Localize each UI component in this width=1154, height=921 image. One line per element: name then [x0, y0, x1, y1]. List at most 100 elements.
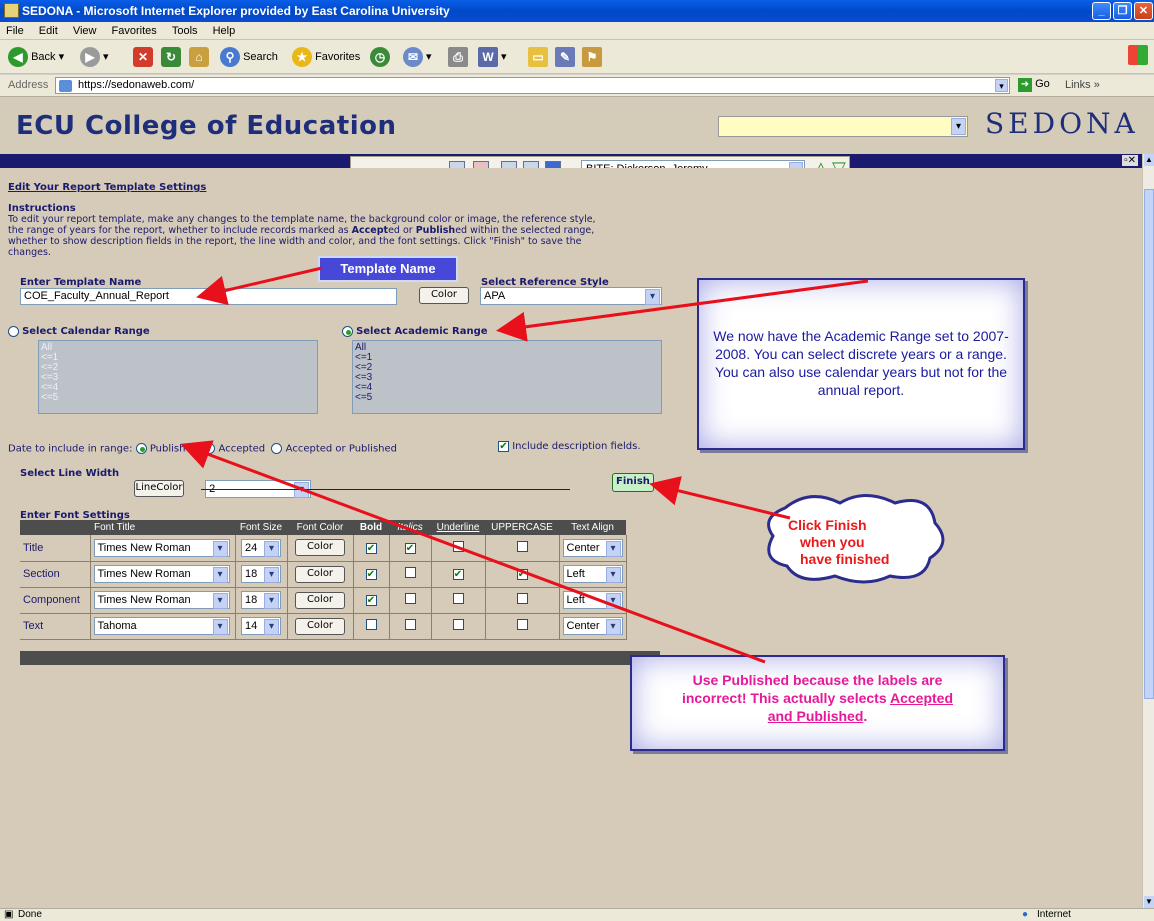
favorites-button[interactable]: ★ Favorites	[292, 46, 360, 68]
messenger-button[interactable]: ⚑	[582, 46, 602, 68]
finish-button[interactable]: Finish	[612, 473, 654, 492]
close-icon[interactable]: ✕	[1134, 2, 1153, 20]
calendar-range-list[interactable]: All <=1 <=2 <=3 <=4 <=5	[38, 340, 318, 414]
bold-checkbox[interactable]: ✔	[365, 542, 377, 554]
scrollbar-thumb[interactable]	[1144, 189, 1154, 699]
calendar-option[interactable]: <=2	[41, 363, 315, 373]
home-button[interactable]: ⌂	[189, 46, 209, 68]
menu-tools[interactable]: Tools	[166, 22, 204, 37]
include-description-checkbox[interactable]: ✔	[498, 441, 509, 452]
template-name-input[interactable]: COE_Faculty_Annual_Report	[20, 288, 397, 305]
font-family-select[interactable]: Tahoma	[93, 617, 230, 635]
calendar-option[interactable]: <=1	[41, 353, 315, 363]
font-family-select[interactable]: Times New Roman	[93, 565, 230, 583]
calendar-option[interactable]: <=3	[41, 373, 315, 383]
accepted-or-published-radio[interactable]	[271, 443, 283, 454]
uppercase-checkbox[interactable]	[516, 593, 528, 604]
calendar-option[interactable]: <=4	[41, 383, 315, 393]
menu-help[interactable]: Help	[207, 22, 242, 37]
text-align-select[interactable]: Left	[562, 565, 623, 583]
back-button[interactable]: ◀ Back ▾	[8, 46, 64, 68]
header-bold: Bold	[353, 520, 389, 535]
font-color-button[interactable]: Color	[295, 565, 345, 583]
font-size-select[interactable]: 14	[241, 617, 281, 635]
calendar-option[interactable]: <=5	[41, 393, 315, 403]
uppercase-checkbox[interactable]: ✔	[516, 569, 528, 580]
edit-button[interactable]: W ▾	[478, 46, 507, 68]
font-color-button[interactable]: Color	[295, 591, 345, 609]
underline-checkbox[interactable]: ✔	[452, 569, 464, 580]
college-title: ECU College of Education	[16, 111, 397, 141]
menu-view[interactable]: View	[67, 22, 103, 37]
academic-option-all[interactable]: All	[355, 343, 659, 353]
italic-checkbox[interactable]	[404, 593, 416, 604]
search-button[interactable]: ⚲ Search	[220, 46, 278, 68]
scroll-down-icon[interactable]: ▼	[1144, 896, 1154, 908]
stop-button[interactable]: ✕	[133, 46, 153, 68]
mail-button[interactable]: ✉ ▾	[403, 46, 432, 68]
uppercase-checkbox[interactable]	[516, 619, 528, 630]
calendar-range-option[interactable]: Select Calendar Range	[8, 325, 150, 337]
italic-checkbox[interactable]: ✔	[404, 542, 416, 554]
address-input[interactable]: https://sedonaweb.com/ ▾	[55, 77, 1010, 94]
accepted-label: Accepted	[218, 443, 266, 455]
year-select[interactable]: ▾	[718, 116, 968, 137]
folder-button[interactable]: ▭	[528, 46, 548, 68]
menu-edit[interactable]: Edit	[33, 22, 64, 37]
address-dropdown-icon[interactable]: ▾	[995, 79, 1008, 92]
font-color-button[interactable]: Color	[295, 617, 345, 635]
vertical-scrollbar[interactable]: ▲ ▼	[1142, 154, 1154, 908]
text-align-select[interactable]: Left	[562, 591, 623, 609]
menu-favorites[interactable]: Favorites	[106, 22, 163, 37]
bold-checkbox[interactable]: ✔	[365, 595, 377, 606]
history-button[interactable]: ◷	[370, 46, 390, 68]
background-color-button[interactable]: Color	[419, 287, 469, 304]
line-color-button[interactable]: LineColor	[134, 480, 184, 497]
include-description-option[interactable]: ✔ Include description fields.	[498, 441, 641, 452]
academic-option[interactable]: <=5	[355, 393, 659, 403]
font-size-select[interactable]: 18	[241, 591, 281, 609]
minimize-icon[interactable]: _	[1092, 2, 1111, 20]
scroll-up-icon[interactable]: ▲	[1144, 154, 1154, 166]
academic-option[interactable]: <=3	[355, 373, 659, 383]
font-family-select[interactable]: Times New Roman	[93, 591, 230, 609]
font-family-select[interactable]: Times New Roman	[93, 538, 230, 557]
go-button[interactable]: ➜ Go	[1018, 78, 1050, 92]
refresh-button[interactable]: ↻	[161, 46, 181, 68]
text-align-select[interactable]: Center	[562, 617, 623, 635]
academic-range-list[interactable]: All <=1 <=2 <=3 <=4 <=5	[352, 340, 662, 414]
favorites-label: Favorites	[315, 51, 361, 63]
uppercase-checkbox[interactable]	[516, 540, 528, 552]
italic-checkbox[interactable]	[404, 619, 416, 630]
research-button[interactable]: ✎	[555, 46, 575, 68]
text-align-select[interactable]: Center	[562, 538, 623, 557]
maximize-icon[interactable]: ❐	[1113, 2, 1132, 20]
underline-checkbox[interactable]	[452, 593, 464, 604]
reference-style-select[interactable]: APA	[480, 287, 662, 305]
print-button[interactable]: ⎙	[448, 46, 468, 68]
academic-option[interactable]: <=1	[355, 353, 659, 363]
calendar-option-all[interactable]: All	[41, 343, 315, 353]
calendar-range-radio[interactable]	[8, 325, 19, 337]
research-icon: ✎	[555, 47, 575, 68]
menu-file[interactable]: File	[0, 22, 30, 37]
academic-range-option[interactable]: Select Academic Range	[342, 325, 488, 337]
font-size-select[interactable]: 24	[241, 538, 281, 557]
forward-button[interactable]: ▶ ▾	[80, 46, 109, 68]
accepted-radio[interactable]	[204, 443, 216, 454]
academic-option[interactable]: <=4	[355, 383, 659, 393]
bold-checkbox[interactable]: ✔	[365, 569, 377, 580]
bold-checkbox[interactable]	[365, 619, 377, 630]
academic-option[interactable]: <=2	[355, 363, 659, 373]
font-size-select[interactable]: 18	[241, 565, 281, 583]
academic-range-radio[interactable]	[342, 325, 353, 337]
underline-checkbox[interactable]	[452, 619, 464, 630]
italic-checkbox[interactable]	[404, 567, 416, 578]
font-row-label: Title	[20, 535, 91, 562]
font-color-button[interactable]: Color	[295, 539, 345, 557]
published-radio[interactable]	[135, 443, 147, 454]
underline-checkbox[interactable]	[452, 540, 464, 552]
links-button[interactable]: Links »	[1065, 79, 1100, 91]
restore-close-icon[interactable]: ▫✕	[1122, 155, 1138, 166]
instructions-line-3: whether to show description fields in th…	[8, 236, 582, 247]
